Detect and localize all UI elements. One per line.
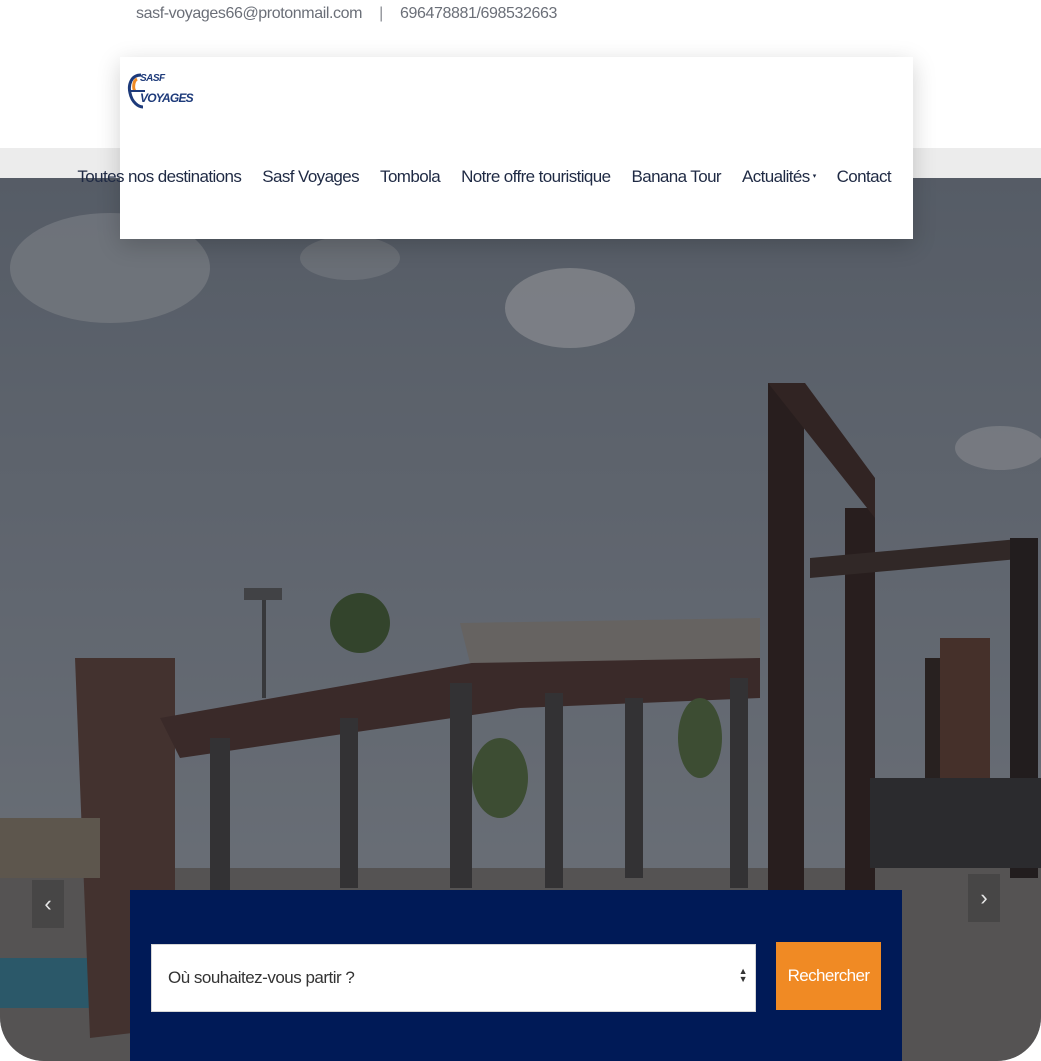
destination-select-placeholder: Où souhaitez-vous partir ? [168, 968, 355, 987]
caret-down-icon: ▾ [812, 173, 817, 180]
search-button[interactable]: Rechercher [776, 942, 881, 1010]
contact-email[interactable]: sasf-voyages66@protonmail.com [136, 5, 362, 22]
chevron-right-icon: › [980, 885, 988, 910]
contact-info: sasf-voyages66@protonmail.com | 69647888… [136, 5, 557, 23]
nav-item-offre-touristique[interactable]: Notre offre touristique [461, 167, 611, 187]
nav-item-banana-tour[interactable]: Banana Tour [631, 167, 721, 187]
main-nav: Toutes nos destinations Sasf Voyages Tom… [56, 167, 891, 187]
nav-item-actualites-label: Actualités [741, 167, 810, 186]
logo-text-top: SASF [140, 73, 165, 84]
select-arrows-icon: ▲ ▼ [738, 966, 748, 984]
nav-item-tombola[interactable]: Tombola [380, 167, 441, 187]
logo-text-bottom: VOYAGES [140, 91, 194, 105]
nav-item-sasf-voyages[interactable]: Sasf Voyages [262, 167, 359, 187]
search-panel: Où souhaitez-vous partir ? ▲ ▼ Rechercher [130, 890, 902, 1061]
slider-next-button[interactable]: › [968, 874, 1000, 922]
contact-phone[interactable]: 696478881/698532663 [400, 5, 557, 22]
nav-item-contact[interactable]: Contact [837, 167, 892, 187]
chevron-left-icon: ‹ [44, 891, 52, 916]
contact-separator: | [379, 5, 383, 22]
nav-item-destinations[interactable]: Toutes nos destinations [77, 167, 241, 187]
header-card: SASF VOYAGES Toutes nos destinations Sas… [77, 57, 913, 239]
slider-prev-button[interactable]: ‹ [32, 880, 64, 928]
destination-select[interactable]: Où souhaitez-vous partir ? ▲ ▼ [151, 944, 756, 1012]
nav-item-actualites[interactable]: Actualités ▾ [742, 167, 816, 187]
site-logo[interactable]: SASF VOYAGES [127, 69, 194, 113]
